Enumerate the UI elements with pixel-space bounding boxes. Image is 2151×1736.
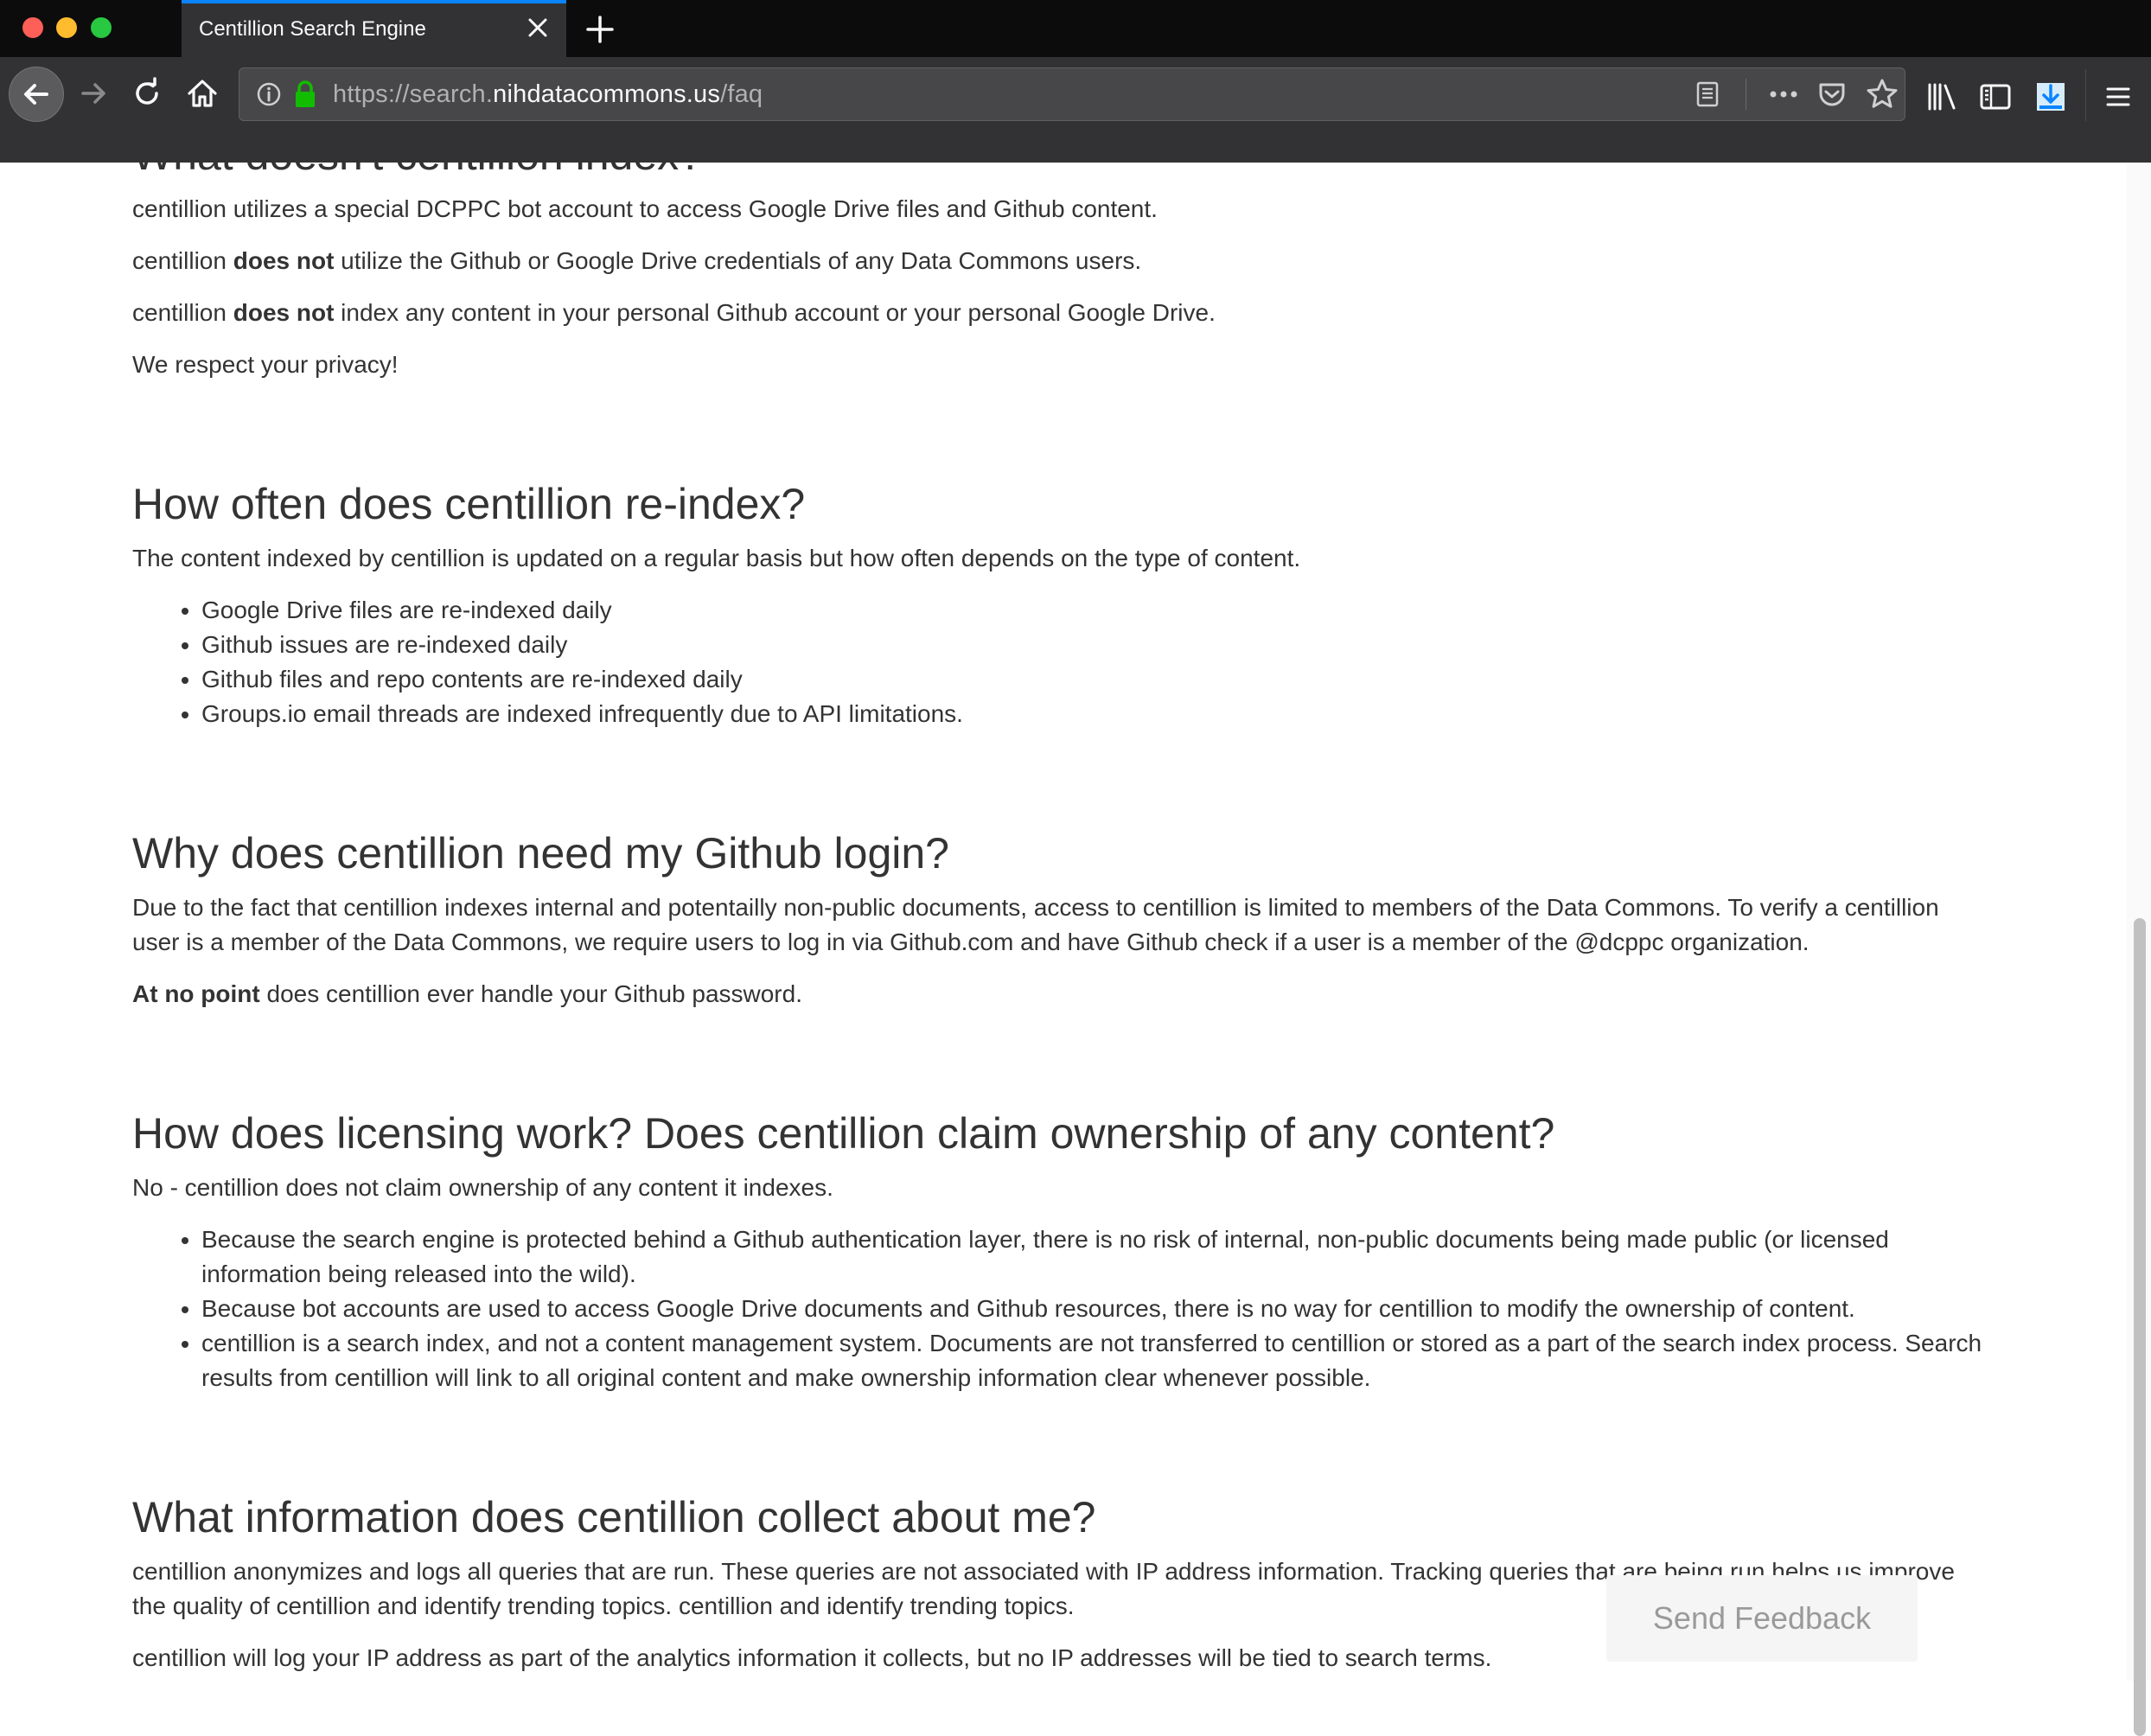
pocket-icon[interactable] (1815, 77, 1849, 112)
list-item: Because the search engine is protected b… (201, 1222, 1982, 1292)
page-scrollbar[interactable] (2127, 163, 2151, 1736)
paragraph: At no point does centillion ever handle … (132, 977, 1982, 1012)
list-item: Github issues are re-indexed daily (201, 628, 1982, 662)
bookmark-star-icon[interactable] (1863, 75, 1901, 113)
url-text[interactable]: https://search.nihdatacommons.us/faq (333, 80, 763, 109)
section-heading: What information does centillion collect… (132, 1493, 1096, 1541)
reload-icon (136, 77, 158, 105)
more-dots-icon[interactable] (1765, 79, 1803, 110)
window-minimize-button[interactable] (56, 17, 77, 38)
faq-section-reindex: How often does centillion re-index? The … (132, 475, 1982, 731)
tab-title: Centillion Search Engine (199, 17, 426, 41)
reader-view-icon[interactable] (1692, 79, 1723, 110)
browser-tab-active[interactable]: Centillion Search Engine (182, 0, 566, 57)
home-button[interactable] (180, 71, 225, 116)
forward-arrow-icon (81, 83, 105, 104)
bold-text: At no point (132, 980, 260, 1007)
new-tab-plus-icon[interactable] (581, 10, 619, 48)
library-icon[interactable] (1923, 78, 1961, 116)
paragraph: We respect your privacy! (132, 348, 1982, 382)
text: index any content in your personal Githu… (334, 299, 1216, 326)
download-icon[interactable] (2032, 78, 2070, 116)
sidebar-icon[interactable] (1976, 78, 2014, 116)
list-item: centillion is a search index, and not a … (201, 1326, 1982, 1395)
bullet-list: Google Drive files are re-indexed daily … (132, 593, 1982, 731)
section-heading: How does licensing work? Does centillion… (132, 1109, 1555, 1158)
window-zoom-button[interactable] (91, 17, 112, 38)
reload-button[interactable] (124, 71, 169, 116)
bold-text: does not (233, 299, 335, 326)
forward-button[interactable] (71, 71, 116, 116)
list-item: Because bot accounts are used to access … (201, 1292, 1982, 1326)
list-item: Github files and repo contents are re-in… (201, 662, 1982, 697)
hamburger-menu-icon[interactable] (2099, 78, 2137, 116)
info-icon[interactable] (255, 80, 283, 108)
url-bar[interactable]: https://search.nihdatacommons.us/faq (239, 67, 1905, 121)
back-button[interactable] (9, 67, 64, 122)
back-arrow-icon (24, 84, 48, 105)
scrollbar-thumb[interactable] (2134, 918, 2146, 1736)
browser-tab-bar: Centillion Search Engine (0, 0, 2151, 57)
browser-toolbar: https://search.nihdatacommons.us/faq (0, 57, 2151, 164)
text: utilize the Github or Google Drive crede… (334, 247, 1142, 274)
tab-close-icon[interactable] (522, 12, 553, 43)
text: centillion (132, 247, 233, 274)
list-item: Groups.io email threads are indexed infr… (201, 697, 1982, 731)
window-close-button[interactable] (22, 17, 43, 38)
faq-content: What doesn't centillion index? centillio… (132, 163, 1982, 1681)
url-domain: nihdatacommons.us (493, 80, 721, 108)
list-item: Google Drive files are re-indexed daily (201, 593, 1982, 628)
text: We respect your privacy! (132, 351, 399, 378)
send-feedback-button[interactable]: Send Feedback (1606, 1575, 1918, 1662)
toolbar-separator (2085, 69, 2086, 121)
text: does centillion ever handle your Github … (259, 980, 803, 1007)
paragraph: The content indexed by centillion is upd… (132, 545, 1301, 571)
faq-section-licensing: How does licensing work? Does centillion… (132, 1105, 1982, 1395)
bold-text: does not (233, 247, 335, 274)
section-heading: How often does centillion re-index? (132, 480, 806, 528)
faq-section-not-indexed: What doesn't centillion index? centillio… (132, 163, 1982, 382)
faq-section-github-login: Why does centillion need my Github login… (132, 825, 1982, 1012)
paragraph: Due to the fact that centillion indexes … (132, 894, 1939, 955)
section-heading: Why does centillion need my Github login… (132, 829, 949, 878)
text: centillion (132, 299, 233, 326)
tab-active-indicator (182, 0, 566, 3)
text: centillion utilizes a special DCPPC bot … (132, 195, 1158, 222)
url-prefix: https://search. (333, 80, 494, 108)
url-path: /faq (720, 80, 763, 108)
paragraph: centillion utilizes a special DCPPC bot … (132, 192, 1982, 227)
paragraph: No - centillion does not claim ownership… (132, 1174, 833, 1201)
bullet-list: Because the search engine is protected b… (132, 1222, 1982, 1395)
page-viewport: What doesn't centillion index? centillio… (0, 163, 2151, 1681)
lock-icon[interactable] (291, 79, 319, 110)
paragraph: centillion does not utilize the Github o… (132, 244, 1982, 278)
home-icon (188, 80, 217, 107)
paragraph: centillion does not index any content in… (132, 296, 1982, 330)
section-heading: What doesn't centillion index? (132, 163, 1982, 183)
